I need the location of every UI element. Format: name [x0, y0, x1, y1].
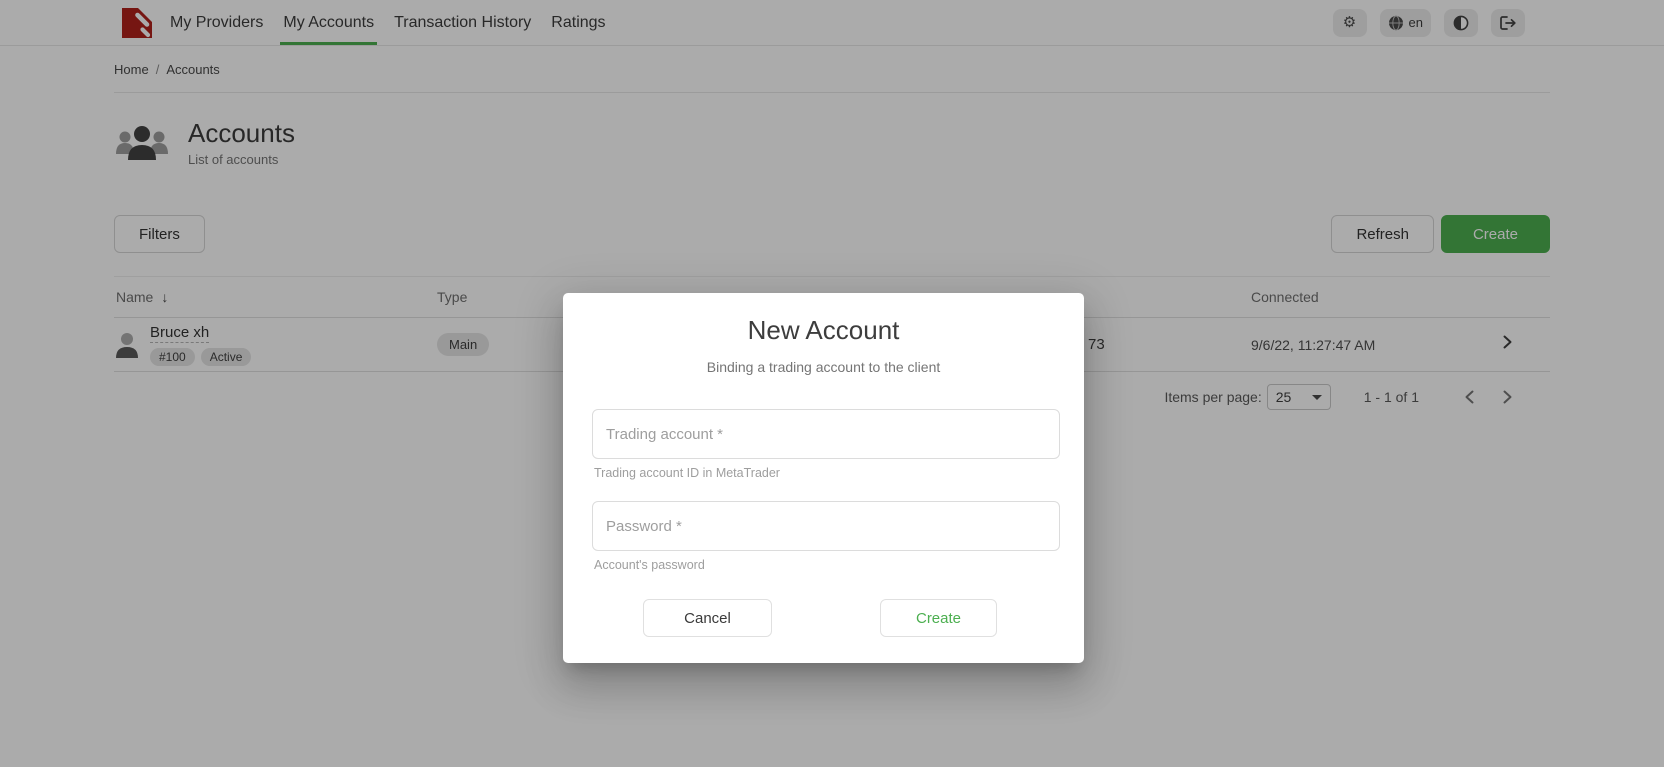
trading-account-field-group: Trading account ID in MetaTrader — [592, 409, 1060, 481]
dialog-subtitle: Binding a trading account to the client — [563, 359, 1084, 376]
dialog-create-button[interactable]: Create — [880, 599, 997, 637]
dialog-title: New Account — [563, 315, 1084, 345]
trading-account-input[interactable] — [592, 409, 1060, 459]
cancel-button[interactable]: Cancel — [643, 599, 772, 637]
page: My Providers My Accounts Transaction His… — [0, 0, 1664, 767]
password-hint: Account's password — [594, 558, 1060, 573]
password-field-group: Account's password — [592, 501, 1060, 573]
dialog-actions: Cancel Create — [563, 599, 1084, 637]
password-input[interactable] — [592, 501, 1060, 551]
new-account-dialog: New Account Binding a trading account to… — [563, 293, 1084, 663]
trading-account-hint: Trading account ID in MetaTrader — [594, 466, 1060, 481]
